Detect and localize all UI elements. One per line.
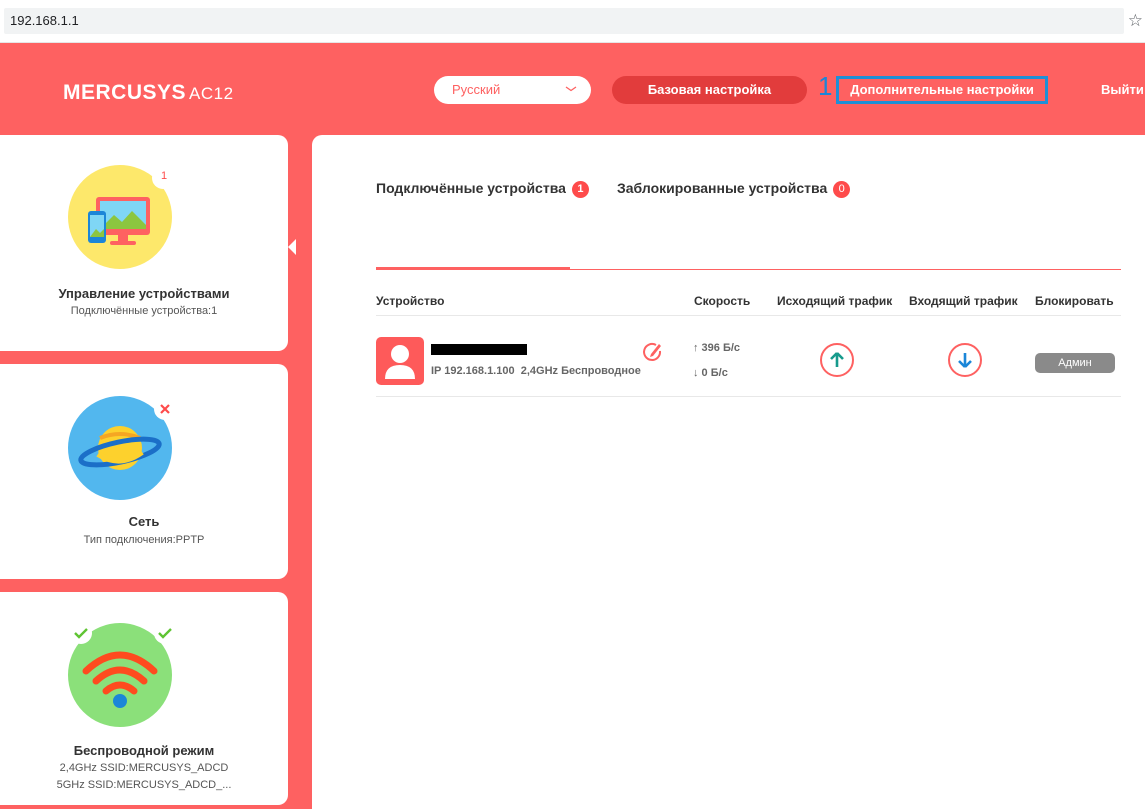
network-subtitle: Тип подключения:PPTP: [83, 534, 205, 546]
brand-name: MERCUSYS: [63, 81, 187, 104]
header-divider: [376, 315, 1121, 316]
tab-count-badge: 1: [571, 181, 589, 198]
arrow-down-icon: [958, 353, 972, 368]
model-name: AC12: [189, 84, 234, 103]
basic-setup-button[interactable]: Базовая настройка: [612, 76, 807, 104]
address-text: 192.168.1.1: [10, 13, 79, 28]
annotation-number: 1: [818, 71, 833, 101]
browser-address-bar: 192.168.1.1 ☆: [0, 0, 1145, 43]
star-icon[interactable]: ☆: [1128, 11, 1143, 31]
tab-blocked-devices[interactable]: Заблокированные устройства 0: [617, 180, 851, 198]
wireless-title: Беспроводной режим: [73, 743, 215, 758]
column-header-speed: Скорость: [694, 294, 751, 308]
main-panel: Подключённые устройства 1 Заблокированные…: [312, 135, 1145, 809]
count-badge: 1: [152, 167, 174, 189]
device-management-title: Управление устройствами: [58, 286, 230, 301]
block-admin-button[interactable]: Админ: [1035, 353, 1115, 373]
network-title: Сеть: [128, 514, 160, 529]
tab-connected-devices[interactable]: Подключённые устройства 1: [376, 180, 589, 198]
address-field[interactable]: 192.168.1.1: [4, 8, 1124, 34]
brand-logo: MERCUSYS AC12: [63, 81, 234, 106]
device-info: IP 192.168.1.100 2,4GHz Беспроводное: [431, 365, 641, 377]
download-speed: ↓ 0 Б/с: [693, 367, 728, 379]
column-header-block: Блокировать: [1035, 294, 1114, 308]
arrow-up-icon: [830, 352, 844, 367]
language-select[interactable]: Русский: [434, 76, 591, 104]
download-traffic-button[interactable]: [948, 343, 982, 377]
device-ip: IP 192.168.1.100: [431, 365, 515, 377]
row-divider: [376, 396, 1121, 397]
chevron-down-icon: [565, 86, 577, 92]
upload-speed: ↑ 396 Б/с: [693, 342, 741, 354]
check-icon: [70, 622, 92, 644]
active-card-pointer: [288, 239, 296, 255]
device-name-redacted: [431, 344, 527, 355]
error-status-icon: [154, 398, 176, 420]
device-connection: 2,4GHz Беспроводное: [520, 365, 641, 377]
column-header-download: Входящий трафик: [909, 294, 1018, 308]
network-card[interactable]: Сеть Тип подключения:PPTP: [0, 364, 288, 579]
active-tab-indicator: [376, 267, 570, 270]
tab-label: Подключённые устройства: [376, 180, 566, 196]
tab-label: Заблокированные устройства: [617, 180, 828, 196]
column-header-device: Устройство: [376, 294, 445, 308]
check-icon: [154, 622, 176, 644]
logout-button[interactable]: Выйти: [1101, 82, 1144, 97]
advanced-setup-button[interactable]: Дополнительные настройки: [836, 76, 1048, 104]
device-management-subtitle: Подключённые устройства:1: [70, 305, 218, 317]
count-badge-text: 1: [161, 170, 168, 182]
edit-icon[interactable]: [642, 340, 664, 362]
language-value: Русский: [452, 82, 501, 97]
wireless-card[interactable]: Беспроводной режим 2,4GHz SSID:MERCUSYS_…: [0, 592, 288, 805]
router-app: MERCUSYS AC12 Русский Базовая настройка 1…: [0, 43, 1145, 809]
wireless-ssid-24: 2,4GHz SSID:MERCUSYS_ADCD: [59, 762, 229, 774]
avatar: [376, 337, 424, 385]
upload-traffic-button[interactable]: [820, 343, 854, 377]
column-header-upload: Исходящий трафик: [777, 294, 893, 308]
wireless-ssid-5: 5GHz SSID:MERCUSYS_ADCD_...: [56, 779, 232, 791]
device-management-card[interactable]: 1 Управление устройствами Подключённые у…: [0, 135, 296, 351]
tab-count-badge: 0: [833, 181, 851, 198]
